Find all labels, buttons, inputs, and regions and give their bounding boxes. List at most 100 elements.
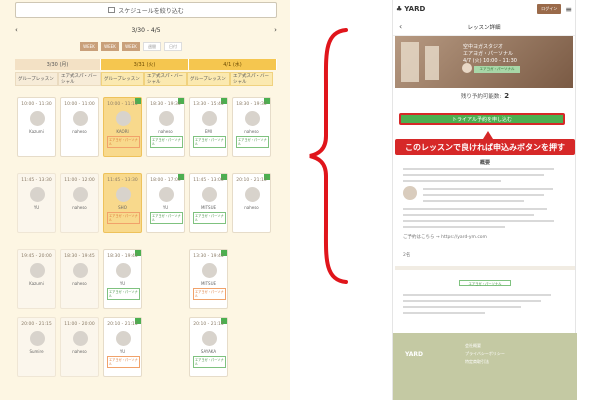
avatar [202, 331, 217, 346]
hero-datetime: 4/7 (火) 10:00 - 11:30 [463, 58, 517, 64]
schedule-filter-button[interactable]: スケジュールを絞り込む [15, 2, 277, 18]
category-header: エア式スパ・バーシャル [58, 72, 101, 86]
lesson-card[interactable]: 10:00 - 11:15 KAORI エアヨガ・パーソナル [103, 97, 142, 157]
instructor-name: Kazumi [29, 129, 44, 134]
lesson-card[interactable]: 10:00 - 11:30 Kazumi [17, 97, 56, 157]
instructor-avatar [403, 186, 417, 200]
lesson-time: 11:00 - 20:00 [64, 322, 95, 327]
lesson-time: 19:45 - 20:00 [21, 254, 52, 259]
lesson-card[interactable]: 18:00 - 17:00 YU エアヨガ・パーソナル [146, 173, 185, 233]
page-title: レッスン詳細 [467, 24, 501, 31]
login-button[interactable]: ログイン [537, 4, 562, 14]
remaining-label: 残り予約可能数: [460, 94, 502, 100]
footer-link[interactable]: 会社概要 [465, 343, 481, 349]
view-tab-3[interactable]: WEEK [122, 42, 140, 51]
lesson-time: 18:30 - 19:30 [236, 102, 267, 107]
prev-week-arrow[interactable]: ‹ [15, 26, 18, 34]
phone-header: ♣ YARD ログイン ≡ [393, 0, 575, 18]
day-header: 3/30 (月) [15, 59, 101, 70]
avatar [116, 331, 131, 346]
instructor-name: naheso [72, 281, 87, 286]
avatar [30, 187, 45, 202]
trial-apply-button[interactable]: トライアル予約を申し込む [399, 113, 565, 125]
curly-brace-annotation [309, 28, 348, 284]
lesson-card[interactable]: 18:30 - 19:45 YU エアヨガ・パーソナル [103, 249, 142, 309]
lesson-card[interactable]: 20:00 - 21:15 Sumire [17, 317, 56, 377]
description-text [403, 294, 567, 318]
lesson-time: 20:00 - 21:15 [21, 322, 52, 327]
instructor-name: SAYAKA [200, 349, 217, 354]
avatar [30, 331, 45, 346]
instructor-avatar [462, 63, 472, 73]
footer-link[interactable]: プライバシーポリシー [465, 351, 505, 357]
lesson-time: 11:45 - 13:30 [21, 178, 52, 183]
instructor-name: naheso [72, 129, 87, 134]
lesson-time: 20:10 - 21:15 [193, 322, 224, 327]
lesson-card[interactable]: 20:10 - 21:10 naheso [232, 173, 271, 233]
instructor-name: Kazumi [29, 281, 44, 286]
view-tab-1[interactable]: WEEK [80, 42, 98, 51]
lesson-time: 11:00 - 12:00 [64, 178, 95, 183]
lesson-card[interactable]: 20:10 - 21:15 YU エアヨガ・パーソナル [103, 317, 142, 377]
lesson-card[interactable]: 11:00 - 12:00 naheso [60, 173, 99, 233]
lesson-card[interactable]: 18:30 - 19:45 naheso [60, 249, 99, 309]
lesson-card[interactable]: 19:45 - 20:00 Kazumi [17, 249, 56, 309]
instructor-name: YU [119, 349, 126, 354]
instructor-name: naheso [72, 349, 87, 354]
instructor-name: YU [33, 205, 40, 210]
lesson-card[interactable]: 20:10 - 21:15 SAYAKA エアヨガ・パーソナル [189, 317, 228, 377]
lesson-type-pill: エアヨガ・パーソナル [459, 280, 511, 286]
lesson-time: 13:30 - 15:45 [193, 102, 224, 107]
lesson-card[interactable]: 11:45 - 13:30 YU [17, 173, 56, 233]
lesson-card[interactable]: 13:30 - 15:45 EMI エアヨガ・パーソナル [189, 97, 228, 157]
avatar [202, 111, 217, 126]
lesson-card[interactable]: 18:30 - 19:30 naheso エアヨガ・パーソナル [232, 97, 271, 157]
instructor-name: MITSUE [200, 281, 217, 286]
lesson-card[interactable]: 18:30 - 19:30 naheso エアヨガ・パーソナル [146, 97, 185, 157]
lesson-tag: エアヨガ・パーソナル [193, 356, 226, 368]
lesson-tag: エアヨガ・パーソナル [107, 288, 140, 300]
avatar [73, 263, 88, 278]
lesson-card[interactable]: 11:45 - 13:00 MITSUE エアヨガ・パーソナル [189, 173, 228, 233]
lesson-time: 18:30 - 19:45 [107, 254, 138, 259]
instructor-name: naheso [244, 129, 259, 134]
screenshot-stage: スケジュールを絞り込む ‹ 3/30 - 4/5 › WEEK WEEK WEE… [0, 0, 600, 400]
hamburger-menu-icon[interactable]: ≡ [565, 5, 572, 14]
instructor-name: Sumire [29, 349, 44, 354]
divider [395, 266, 575, 270]
lesson-card[interactable]: 11:45 - 13:30 SHO エアヨガ・パーソナル [103, 173, 142, 233]
lesson-card[interactable]: 10:00 - 11:00 naheso [60, 97, 99, 157]
lesson-card[interactable]: 13:30 - 19:45 MITSUE エアヨガ・パーソナル [189, 249, 228, 309]
instructor-name: EMI [204, 129, 213, 134]
back-arrow-icon[interactable]: ‹ [399, 22, 402, 31]
lesson-tag: エアヨガ・パーソナル [150, 212, 183, 224]
category-header: グループレッスン [15, 72, 58, 86]
lesson-time: 11:45 - 13:30 [107, 178, 138, 183]
lesson-time: 13:30 - 19:45 [193, 254, 224, 259]
lesson-card[interactable]: 11:00 - 20:00 naheso [60, 317, 99, 377]
leaf-icon: ♣ [396, 5, 403, 13]
window-shape [401, 42, 419, 82]
schedule-cells: 10:00 - 11:30 Kazumi 11:45 - 13:30 YU 19:4… [15, 97, 277, 400]
lesson-time: 10:00 - 11:30 [21, 102, 52, 107]
instructor-name: MITSUE [200, 205, 217, 210]
view-tab-2[interactable]: WEEK [101, 42, 119, 51]
lesson-tag: エアヨガ・パーソナル [107, 212, 140, 224]
footer: YARD 会社概要 プライバシーポリシー 特定商取引法 [393, 333, 577, 400]
phone-screen: ♣ YARD ログイン ≡ ‹ レッスン詳細 空中ヨガスタジオ エアヨガ・パーソナ… [392, 0, 577, 400]
footer-logo[interactable]: YARD [405, 351, 423, 358]
capacity-count: 2名 [403, 253, 411, 258]
view-tab-5[interactable]: 日付 [164, 42, 182, 51]
view-tab-4[interactable]: 週間 [143, 42, 161, 51]
reservation-link[interactable]: ご予約はこちら → https://yard-ym.com [403, 234, 487, 240]
yard-logo[interactable]: ♣ YARD [396, 5, 425, 13]
day-header: 3/31 (火) [101, 59, 189, 70]
instructor-name: KAORI [116, 129, 129, 134]
lesson-tag: エアヨガ・パーソナル [193, 136, 226, 148]
avatar [30, 263, 45, 278]
lesson-time: 18:00 - 17:00 [150, 178, 181, 183]
week-range-label: 3/30 - 4/5 [131, 26, 161, 34]
footer-link[interactable]: 特定商取引法 [465, 359, 489, 365]
next-week-arrow[interactable]: › [274, 26, 277, 34]
instructor-name: naheso [244, 205, 259, 210]
